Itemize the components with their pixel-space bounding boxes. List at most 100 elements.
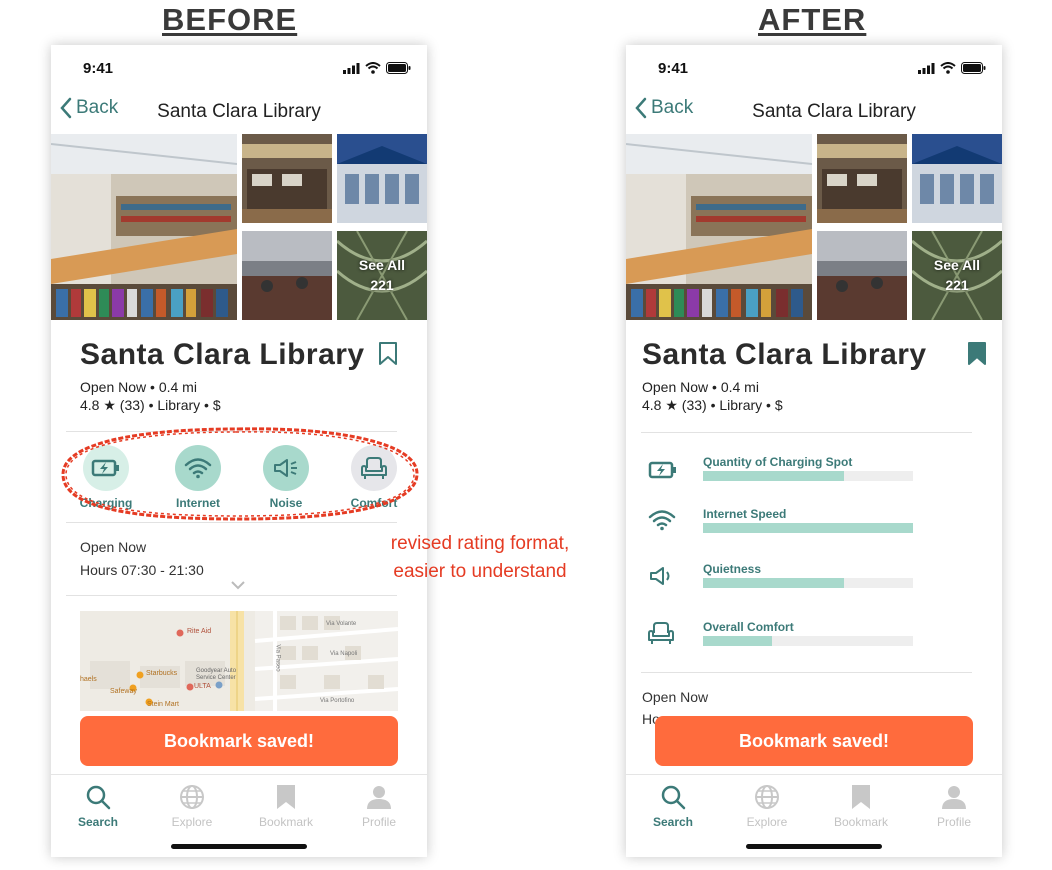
tab-label: Search bbox=[652, 815, 694, 829]
rating-label: Internet Speed bbox=[703, 507, 787, 521]
chevron-left-icon bbox=[60, 97, 72, 119]
nav-bar: Back Santa Clara Library bbox=[51, 97, 427, 127]
photo-gallery: See All 221 bbox=[626, 134, 1002, 320]
tab-label: Search bbox=[77, 815, 119, 829]
tab-label: Profile bbox=[361, 815, 396, 829]
chevron-down-icon[interactable] bbox=[231, 581, 245, 590]
tab-label: Explore bbox=[746, 815, 788, 829]
tab-label: Profile bbox=[936, 815, 971, 829]
tab-explore[interactable]: Explore bbox=[727, 784, 807, 829]
see-all-overlay: See All 221 bbox=[912, 231, 1002, 320]
phone-after: 9:41 Back Santa Clara Library See All 22… bbox=[626, 45, 1002, 857]
place-title: Santa Clara Library bbox=[80, 338, 365, 371]
status-icons bbox=[343, 62, 411, 74]
tab-label: Bookmark bbox=[833, 815, 889, 829]
rating-bar-fill bbox=[703, 636, 773, 646]
map-label: Safeway bbox=[110, 688, 137, 695]
see-all-count: 221 bbox=[370, 276, 394, 293]
map-label: Via Portofino bbox=[320, 698, 355, 704]
back-button[interactable]: Back bbox=[59, 97, 118, 119]
photo-see-all[interactable]: See All 221 bbox=[337, 231, 427, 320]
distance-line: Open Now • 0.4 mi bbox=[80, 379, 197, 395]
nav-bar: Back Santa Clara Library bbox=[626, 97, 1002, 127]
map-view[interactable]: Rite Aid Starbucks Safeway Goodyear Auto… bbox=[80, 611, 398, 711]
bookmark-outline-icon bbox=[379, 342, 397, 365]
bookmark-toggle[interactable] bbox=[967, 342, 987, 371]
photo-4[interactable] bbox=[817, 231, 907, 320]
tab-explore[interactable]: Explore bbox=[152, 784, 232, 829]
map-label: Rite Aid bbox=[187, 628, 212, 635]
tab-bar: Search Explore Bookmark Profile bbox=[626, 774, 1002, 857]
rating-label: Overall Comfort bbox=[703, 620, 794, 634]
tab-profile[interactable]: Profile bbox=[914, 784, 994, 829]
status-bar: 9:41 bbox=[51, 59, 427, 79]
place-title: Santa Clara Library bbox=[642, 338, 927, 371]
photo-2[interactable] bbox=[817, 134, 907, 223]
status-bar: 9:41 bbox=[626, 59, 1002, 79]
profile-icon bbox=[367, 786, 391, 809]
bookmark-saved-toast[interactable]: Bookmark saved! bbox=[655, 716, 973, 766]
see-all-count: 221 bbox=[945, 276, 969, 293]
search-icon bbox=[86, 785, 111, 810]
map-label: Goodyear Auto Service Center bbox=[196, 668, 237, 681]
battery-icon bbox=[961, 62, 986, 74]
rating-row-quietness: Quietness bbox=[626, 562, 1002, 602]
photo-3[interactable] bbox=[337, 134, 427, 223]
photo-4[interactable] bbox=[242, 231, 332, 320]
back-label: Back bbox=[651, 97, 694, 118]
globe-icon bbox=[180, 785, 204, 809]
bookmark-saved-toast[interactable]: Bookmark saved! bbox=[80, 716, 398, 766]
rating-bar bbox=[703, 471, 913, 481]
divider bbox=[66, 595, 397, 596]
status-icons bbox=[918, 62, 986, 74]
map-label: ULTA bbox=[194, 683, 211, 690]
photo-main[interactable] bbox=[626, 134, 812, 320]
rating-line: 4.8 ★ (33) • Library • $ bbox=[80, 397, 221, 413]
photo-main[interactable] bbox=[51, 134, 237, 320]
divider bbox=[641, 432, 972, 433]
rating-label: Quietness bbox=[703, 562, 762, 576]
photo-see-all[interactable]: See All 221 bbox=[912, 231, 1002, 320]
search-icon bbox=[661, 785, 686, 810]
photo-2[interactable] bbox=[242, 134, 332, 223]
tab-label: Bookmark bbox=[258, 815, 314, 829]
tab-search[interactable]: Search bbox=[633, 784, 713, 829]
armchair-icon bbox=[648, 622, 674, 644]
map-label: Via Napoli bbox=[330, 651, 358, 657]
bookmark-toggle[interactable] bbox=[378, 342, 398, 371]
open-status: Open Now bbox=[80, 539, 147, 555]
distance-line: Open Now • 0.4 mi bbox=[642, 379, 759, 395]
wifi-status-icon bbox=[365, 62, 381, 74]
map-label: haels bbox=[80, 676, 97, 683]
tab-bookmark[interactable]: Bookmark bbox=[821, 784, 901, 829]
photo-3[interactable] bbox=[912, 134, 1002, 223]
profile-icon bbox=[942, 786, 966, 809]
tab-bookmark[interactable]: Bookmark bbox=[246, 784, 326, 829]
status-time: 9:41 bbox=[83, 60, 114, 77]
wifi-icon bbox=[648, 510, 676, 531]
before-heading: BEFORE bbox=[162, 2, 298, 37]
battery-icon bbox=[386, 62, 411, 74]
rating-bar-fill bbox=[703, 523, 913, 533]
after-heading: AFTER bbox=[758, 2, 867, 37]
globe-icon bbox=[755, 785, 779, 809]
see-all-label: See All bbox=[933, 256, 981, 273]
see-all-label: See All bbox=[358, 256, 406, 273]
annotation-text: revised rating format, easier to underst… bbox=[360, 530, 600, 586]
rating-line: 4.8 ★ (33) • Library • $ bbox=[642, 397, 783, 413]
bookmark-filled-icon bbox=[968, 342, 986, 365]
home-indicator bbox=[746, 844, 882, 849]
speaker-icon bbox=[650, 567, 670, 585]
charging-icon bbox=[648, 461, 676, 479]
divider bbox=[641, 672, 972, 673]
rating-bar bbox=[703, 523, 913, 533]
back-label: Back bbox=[76, 97, 119, 118]
tab-profile[interactable]: Profile bbox=[339, 784, 419, 829]
chevron-left-icon bbox=[635, 97, 647, 119]
tab-search[interactable]: Search bbox=[58, 784, 138, 829]
rating-bar-fill bbox=[703, 578, 844, 588]
map-label: Starbucks bbox=[146, 670, 178, 677]
rating-row-internet: Internet Speed bbox=[626, 507, 1002, 547]
callout-oval bbox=[61, 427, 419, 521]
back-button[interactable]: Back bbox=[634, 97, 693, 119]
